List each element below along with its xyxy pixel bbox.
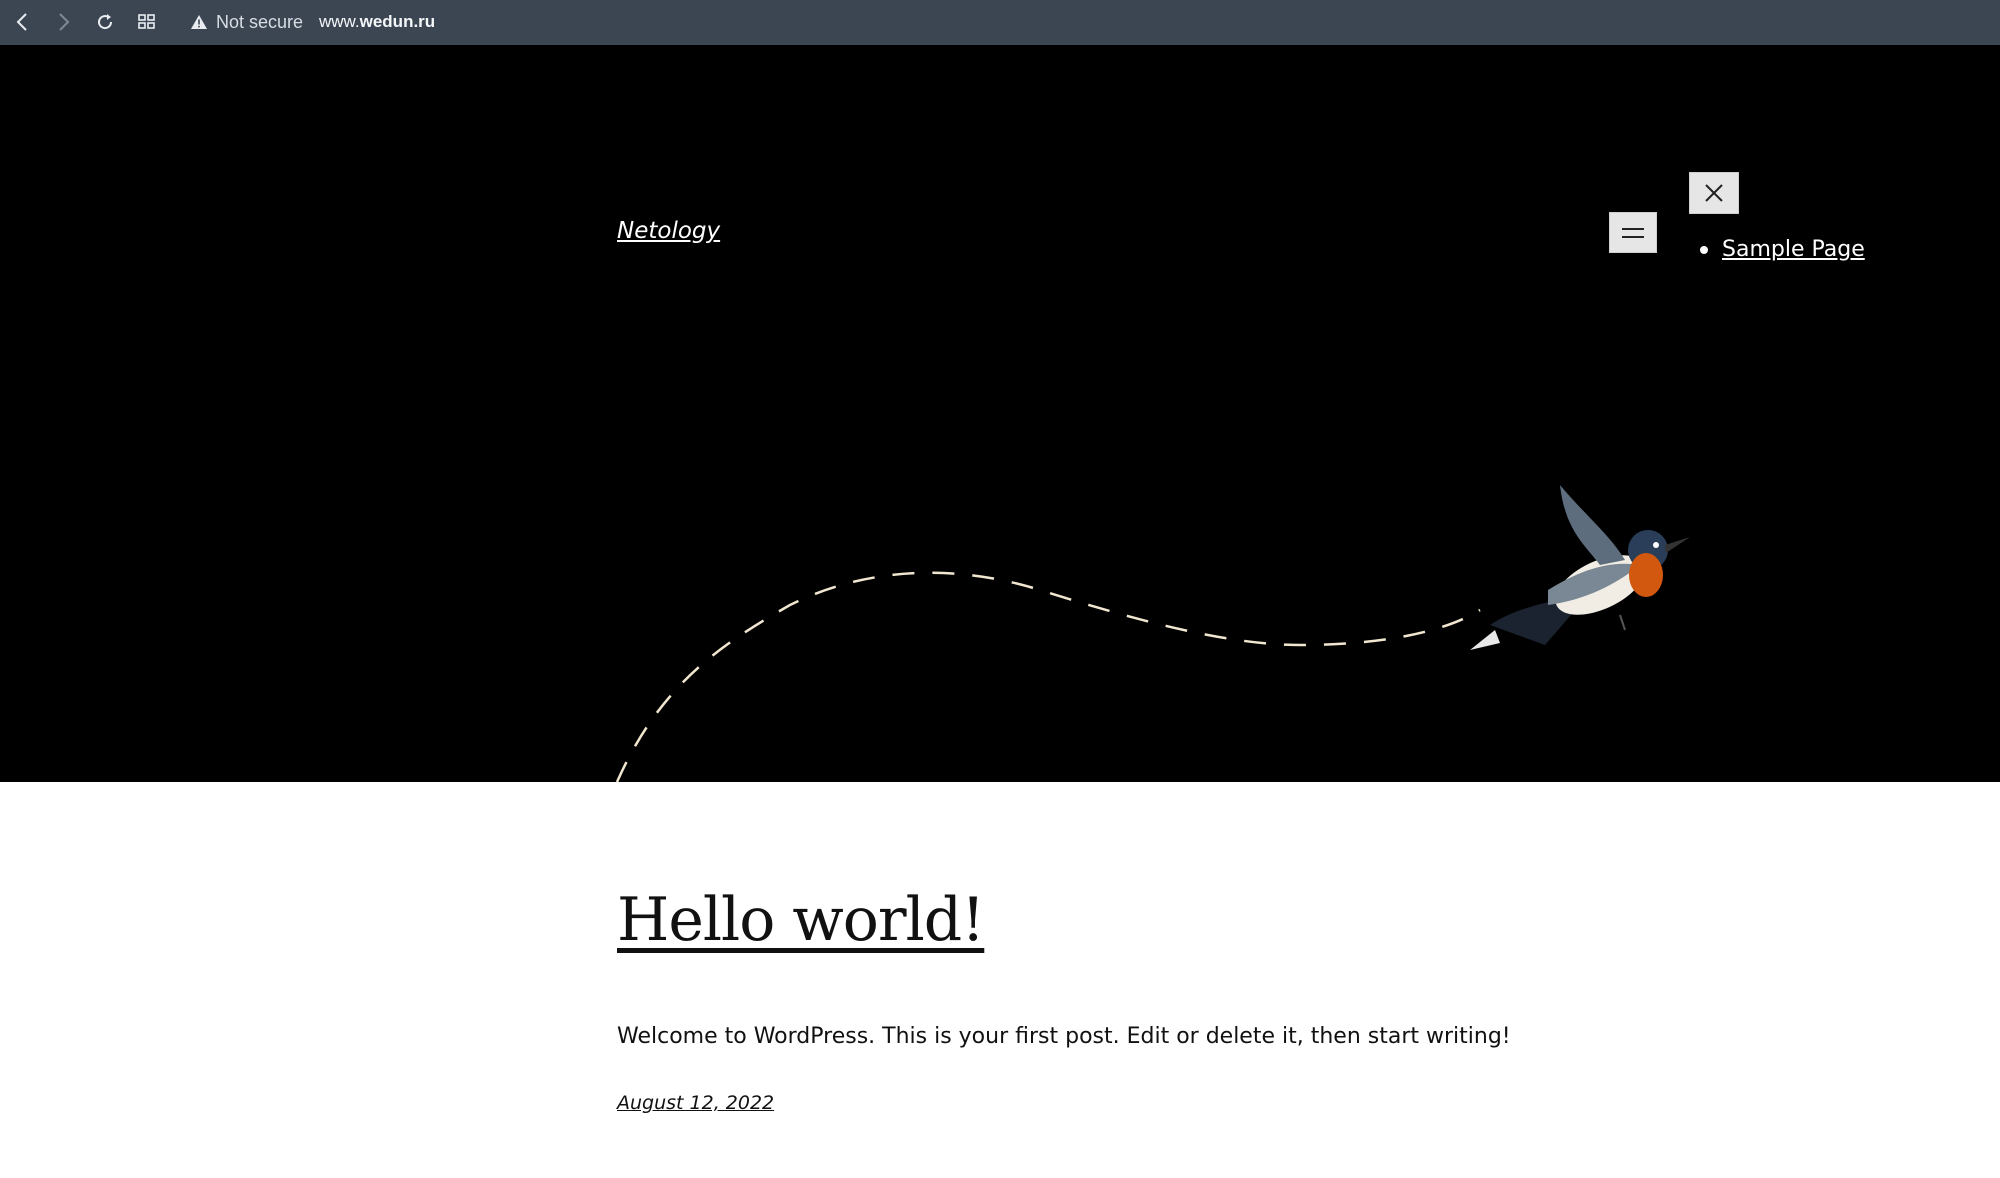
back-icon[interactable] [8,7,38,37]
url-prefix: www. [319,12,360,31]
reload-icon[interactable] [90,7,120,37]
hamburger-icon [1622,227,1644,238]
warning-icon [191,15,207,29]
close-icon [1705,184,1723,202]
forward-icon[interactable] [48,7,78,37]
site-title-link[interactable]: Netology [617,218,720,244]
header-illustration [615,485,1690,782]
site-header: Netology Sample Page [0,45,2000,782]
browser-toolbar: Not secure www.wedun.ru [0,0,2000,45]
bullet-icon [1700,245,1708,254]
security-label: Not secure [216,11,304,32]
bird-illustration [1470,485,1690,650]
post-date-link[interactable]: August 12, 2022 [617,1092,774,1114]
address-bar[interactable]: www.wedun.ru [319,10,435,34]
url-domain: wedun.ru [359,12,436,31]
post-title-link[interactable]: Hello world! [617,885,985,955]
nav-link-sample-page[interactable]: Sample Page [1722,237,1865,262]
primary-navigation: Sample Page [1700,237,1865,262]
security-indicator[interactable]: Not secure [190,10,303,34]
close-menu-button[interactable] [1689,172,1739,214]
flight-path [615,571,1481,782]
post-excerpt: Welcome to WordPress. This is your first… [617,1024,1511,1049]
nav-item-sample-page: Sample Page [1700,237,1865,262]
open-menu-button[interactable] [1609,212,1657,253]
tabs-grid-icon[interactable] [132,7,162,37]
